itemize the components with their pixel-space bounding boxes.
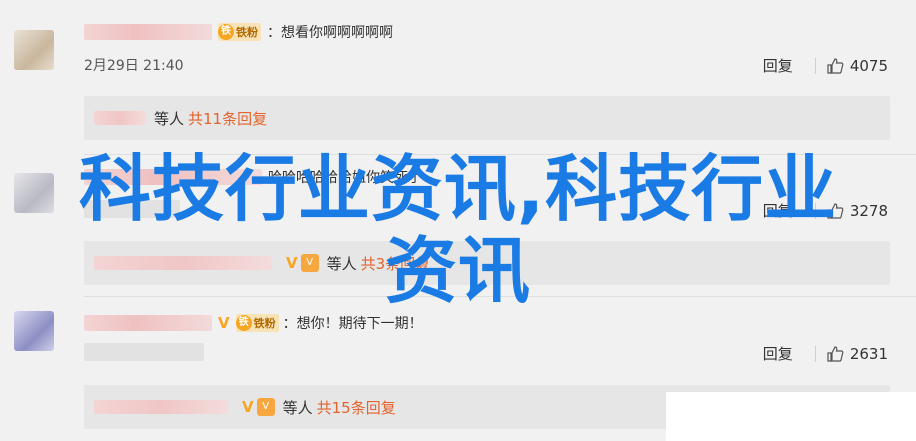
reply-people: 等人 — [282, 398, 313, 417]
comment-text: ：想看你啊啊啊啊啊 — [267, 25, 393, 41]
fan-badge-icon: 铁 — [235, 315, 252, 331]
fan-badge: 铁铁粉 — [235, 314, 279, 332]
like-count: 2631 — [849, 344, 888, 363]
thumb-up-icon[interactable] — [826, 57, 844, 75]
timestamp: 2月29日 21:40 — [84, 58, 184, 74]
timestamp-blurred — [84, 343, 204, 361]
comment-actions: 回复 2631 — [763, 343, 888, 364]
divider — [814, 57, 816, 74]
reply-summary[interactable]: 等人 共11条回复 — [84, 96, 890, 140]
comment-header: 铁铁粉 ：想看你啊啊啊啊啊 — [84, 20, 393, 44]
avatar[interactable] — [14, 30, 54, 70]
fan-badge-label: 铁粉 — [236, 26, 258, 39]
watermark-line-2: 资讯 — [384, 229, 531, 313]
avatar[interactable] — [14, 311, 54, 351]
comment-header: V 铁铁粉 ：想你！期待下一期！ — [84, 311, 423, 335]
watermark-line-1: 科技行业资讯,科技行业 — [78, 147, 838, 231]
fan-badge-icon: 铁 — [218, 24, 234, 40]
fan-badge: 铁铁粉 — [218, 23, 261, 41]
username-blurred[interactable] — [84, 315, 212, 331]
comment-text: ：想你！期待下一期！ — [282, 316, 423, 332]
thumb-up-icon[interactable] — [826, 345, 844, 363]
vip-v-icon: V — [218, 314, 230, 332]
reply-count-link[interactable]: 共11条回复 — [188, 108, 267, 129]
replier-blurred — [94, 400, 228, 414]
replier-blurred — [94, 111, 146, 125]
divider — [814, 345, 816, 362]
reply-button[interactable]: 回复 — [763, 55, 793, 76]
username-blurred[interactable] — [84, 24, 212, 40]
reply-button[interactable]: 回复 — [763, 343, 793, 364]
watermark: 科技行业资讯,科技行业 资讯 — [0, 148, 916, 312]
footer-overlay — [666, 392, 916, 441]
vip-v-icon: V — [242, 398, 254, 416]
comment-1: 铁铁粉 ：想看你啊啊啊啊啊 2月29日 21:40 回复 4075 等人 共11… — [0, 0, 916, 150]
reply-count-link[interactable]: 共15条回复 — [317, 397, 396, 418]
reply-people: 等人 — [154, 109, 185, 128]
fan-badge-label: 铁粉 — [253, 317, 276, 330]
comment-actions: 回复 4075 — [763, 55, 888, 76]
vip-badge-icon: V — [256, 398, 275, 416]
like-count: 4075 — [849, 56, 888, 75]
